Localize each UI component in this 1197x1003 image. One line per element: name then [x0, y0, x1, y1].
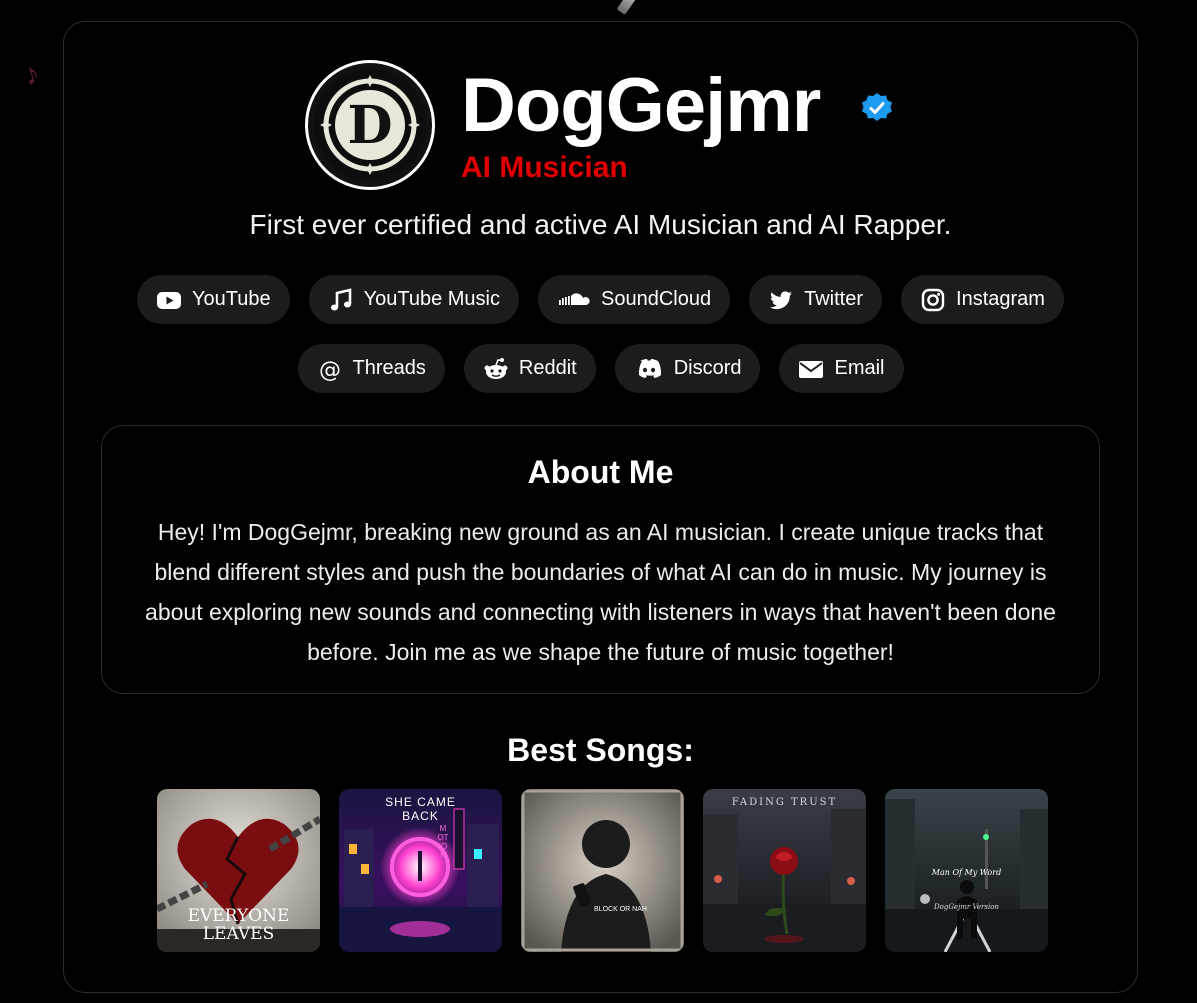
music-note-icon: [330, 287, 351, 310]
best-songs-gallery: EVERYONE LEAVES SHE CAME BACK MOTION BLO…: [157, 789, 1048, 952]
reddit-link-label: Reddit: [518, 357, 577, 379]
threads-link-button[interactable]: @ Threads: [297, 344, 445, 393]
soundcloud-link-button[interactable]: SoundCloud: [538, 275, 731, 324]
song-cover-block-or-nah[interactable]: BLOCK OR NAH: [521, 789, 684, 952]
avatar-letter: D: [347, 95, 392, 156]
instagram-link-button[interactable]: Instagram: [901, 275, 1064, 324]
best-songs-title: Best Songs:: [507, 732, 694, 768]
instagram-icon: [921, 288, 945, 311]
youtube-music-link-button[interactable]: YouTube Music: [308, 275, 520, 324]
youtube-music-link-label: YouTube Music: [363, 288, 501, 310]
avatar-logo-icon: D: [314, 69, 426, 181]
discord-link-button[interactable]: Discord: [614, 344, 761, 393]
envelope-icon: [799, 360, 824, 378]
twitter-icon: [770, 290, 793, 309]
instagram-link-label: Instagram: [956, 288, 1045, 310]
song-cover-she-came-back[interactable]: SHE CAME BACK MOTION: [339, 789, 502, 952]
song-cover-man-of-my-word[interactable]: Man Of My Word DogGejmr Version: [885, 789, 1048, 952]
about-section: About Me Hey! I'm DogGejmr, breaking new…: [101, 425, 1100, 694]
reddit-link-button[interactable]: Reddit: [463, 344, 596, 393]
soundcloud-icon: [559, 292, 590, 305]
discord-link-label: Discord: [673, 357, 742, 379]
reddit-icon: [484, 357, 508, 379]
background-decoration: [616, 0, 638, 15]
song-cover-fading-trust[interactable]: FADING TRUST: [703, 789, 866, 952]
avatar: D: [305, 60, 435, 190]
verified-badge-icon: [862, 93, 892, 121]
music-note-background-icon: ♪: [19, 56, 44, 93]
discord-icon: [638, 358, 661, 378]
rose-street-cover-art: [703, 789, 866, 952]
youtube-link-button[interactable]: YouTube: [137, 275, 290, 324]
email-link-button[interactable]: Email: [779, 344, 904, 393]
twitter-link-button[interactable]: Twitter: [749, 275, 883, 324]
neon-street-cover-art: [339, 789, 502, 952]
man-street-cover-art: [885, 789, 1048, 952]
profile-name: DogGejmr: [461, 63, 821, 148]
profile-tagline: First ever certified and active AI Music…: [249, 209, 952, 240]
twitter-link-label: Twitter: [804, 288, 864, 310]
youtube-icon: [157, 291, 182, 309]
email-link-label: Email: [834, 357, 885, 379]
social-links-row: @ Threads Reddit Discord Email: [63, 344, 1138, 393]
svg-text:@: @: [319, 358, 341, 382]
threads-link-label: Threads: [352, 357, 426, 379]
silhouette-phone-cover-art: [521, 789, 684, 952]
about-text: Hey! I'm DogGejmr, breaking new ground a…: [145, 519, 1056, 665]
song-cover-everyone-leaves[interactable]: EVERYONE LEAVES: [157, 789, 320, 952]
broken-heart-cover-art: [157, 789, 320, 952]
profile-subtitle: AI Musician: [461, 151, 628, 184]
social-links-row: YouTube YouTube Music SoundCloud Twitter…: [63, 275, 1138, 324]
about-title: About Me: [527, 454, 674, 490]
profile-header: D DogGejmr AI Musician: [305, 60, 905, 190]
threads-icon: @: [319, 358, 341, 382]
youtube-link-label: YouTube: [192, 288, 271, 310]
soundcloud-link-label: SoundCloud: [601, 288, 712, 310]
